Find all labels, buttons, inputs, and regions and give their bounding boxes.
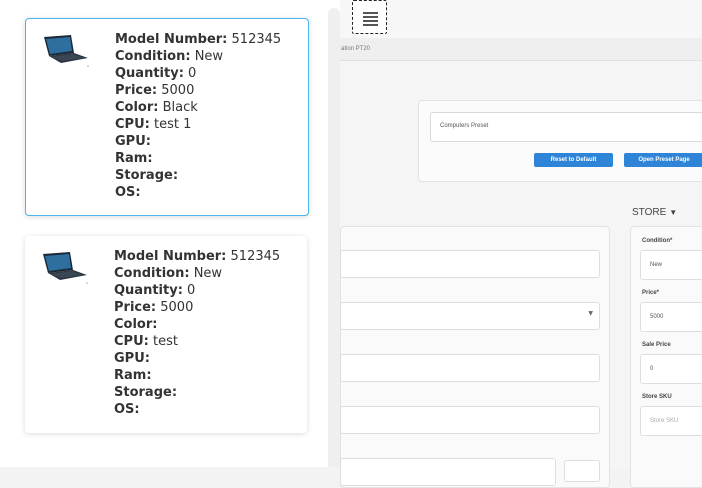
storage: Storage: xyxy=(115,167,281,184)
spec-label: OS: xyxy=(114,402,140,417)
storage: Storage: xyxy=(114,384,280,401)
color: Color: xyxy=(114,316,280,333)
preset-select-value: Computers Preset xyxy=(440,123,489,129)
hamburger-menu-button[interactable] xyxy=(352,0,387,34)
condition-label: Condition* xyxy=(642,238,673,244)
open-preset-page-button[interactable]: Open Preset Page xyxy=(624,153,702,167)
spec-label: Condition: xyxy=(115,49,191,64)
ram: Ram: xyxy=(115,150,281,167)
menu-bar-line xyxy=(363,20,378,22)
store-dropdown-label: STORE xyxy=(632,207,667,218)
select-field[interactable]: ▼ xyxy=(340,302,600,330)
spec-value: New xyxy=(193,266,223,281)
store-dropdown[interactable]: STORE ▼ xyxy=(632,207,677,218)
spec-label: OS: xyxy=(115,185,141,200)
spec-label: Price: xyxy=(114,300,157,315)
sale-price-value: 0 xyxy=(650,366,654,372)
spec-value: 0 xyxy=(187,283,196,298)
condition: Condition: New xyxy=(115,48,281,65)
spec-value: test xyxy=(152,334,178,349)
text-field[interactable] xyxy=(340,250,600,278)
gpu: GPU: xyxy=(115,133,281,150)
sale-price-input[interactable]: 0 xyxy=(640,354,702,384)
store-sku-input[interactable]: Store SKU xyxy=(640,406,702,436)
spec-label: Ram: xyxy=(115,151,153,166)
spec-value: 512345 xyxy=(231,32,282,47)
spec-value: 5000 xyxy=(160,300,194,315)
os: OS: xyxy=(114,401,280,418)
store-sku-label: Store SKU xyxy=(642,394,672,400)
laptop-image xyxy=(43,252,88,284)
spec-label: Storage: xyxy=(114,385,178,400)
spec-value: New xyxy=(194,49,224,64)
condition-value: New xyxy=(650,262,663,268)
spec-label: Quantity: xyxy=(114,283,183,298)
menu-bar-line xyxy=(363,12,378,14)
cpu: CPU: test 1 xyxy=(115,116,281,133)
spec-label: Quantity: xyxy=(115,66,184,81)
model-number: Model Number: 512345 xyxy=(114,248,280,265)
sale-price-label: Sale Price xyxy=(642,342,671,348)
spec-label: Storage: xyxy=(115,168,179,183)
price: Price: 5000 xyxy=(115,82,281,99)
menu-bar-line xyxy=(363,16,378,18)
price-input[interactable]: 5000 xyxy=(640,302,702,332)
color: Color: Black xyxy=(115,99,281,116)
breadcrumb-bar xyxy=(340,38,702,61)
ram: Ram: xyxy=(114,367,280,384)
spec-label: Color: xyxy=(115,100,159,115)
breadcrumb[interactable]: ation PT20 xyxy=(341,46,370,52)
spec-value: 512345 xyxy=(230,249,281,264)
spec-label: Price: xyxy=(115,83,158,98)
spec-label: GPU: xyxy=(114,351,150,366)
condition: Condition: New xyxy=(114,265,280,282)
spec-value: 5000 xyxy=(161,83,195,98)
price-value: 5000 xyxy=(650,314,664,320)
text-field[interactable] xyxy=(340,406,600,434)
quantity: Quantity: 0 xyxy=(115,65,281,82)
spec-label: CPU: xyxy=(114,334,149,349)
text-field[interactable] xyxy=(340,458,556,486)
spec-label: Color: xyxy=(114,317,158,332)
reset-to-default-button[interactable]: Reset to Default xyxy=(534,153,613,167)
quantity: Quantity: 0 xyxy=(114,282,280,299)
product-card[interactable]: Model Number: 512345 Condition: New Quan… xyxy=(25,18,309,216)
spec-label: Condition: xyxy=(114,266,190,281)
spec-label: Model Number: xyxy=(115,32,228,47)
price-label: Price* xyxy=(642,290,660,296)
caret-down-icon: ▼ xyxy=(669,208,678,217)
text-field[interactable] xyxy=(340,354,600,382)
menu-bar-line xyxy=(363,24,378,26)
store-sku-placeholder: Store SKU xyxy=(650,418,679,424)
model-number: Model Number: 512345 xyxy=(115,31,281,48)
cpu: CPU: test xyxy=(114,333,280,350)
product-card[interactable]: Model Number: 512345 Condition: New Quan… xyxy=(25,236,307,433)
spec-label: CPU: xyxy=(115,117,150,132)
spec-value: Black xyxy=(162,100,198,115)
os: OS: xyxy=(115,184,281,201)
sidebar-scrollbar[interactable] xyxy=(328,8,340,467)
spec-value: 0 xyxy=(188,66,197,81)
caret-down-icon: ▼ xyxy=(588,310,593,317)
top-bar xyxy=(340,0,702,39)
small-field[interactable] xyxy=(564,460,600,482)
spec-label: Model Number: xyxy=(114,249,227,264)
preset-select[interactable]: Computers Preset xyxy=(430,112,702,142)
spec-value: test 1 xyxy=(153,117,192,132)
spec-label: GPU: xyxy=(115,134,151,149)
gpu: GPU: xyxy=(114,350,280,367)
price: Price: 5000 xyxy=(114,299,280,316)
laptop-image xyxy=(44,35,89,67)
condition-select[interactable]: New xyxy=(640,250,702,280)
spec-label: Ram: xyxy=(114,368,152,383)
